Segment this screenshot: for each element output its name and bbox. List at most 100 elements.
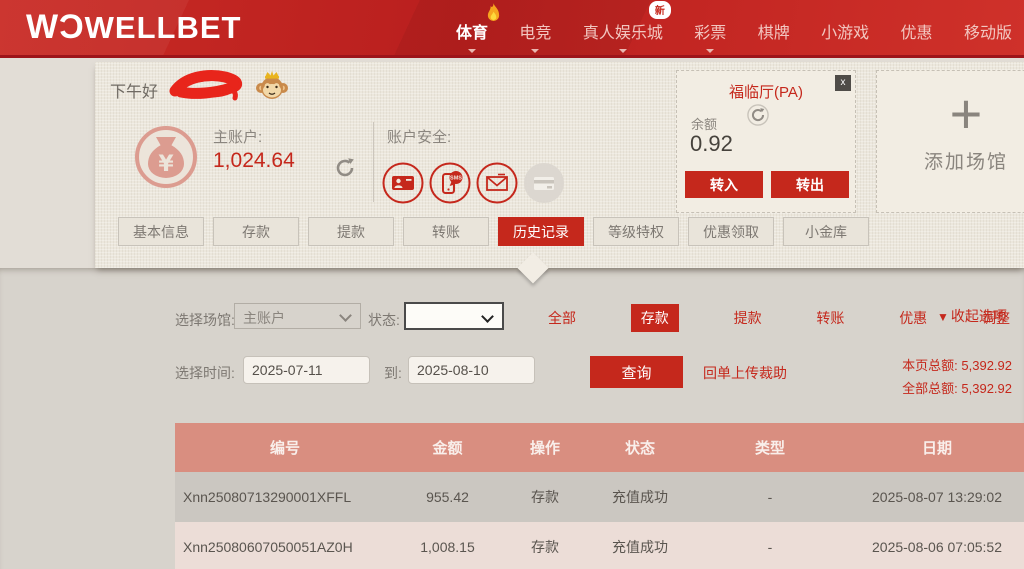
monkey-face-icon bbox=[255, 68, 289, 107]
nav-item-label: 优惠 bbox=[900, 25, 933, 42]
triangle-down-icon: ▼ bbox=[937, 310, 949, 324]
column-header: 状态 bbox=[590, 423, 690, 472]
history-table-header: 编号 金额 操作 状态 类型 日期 bbox=[175, 423, 1024, 472]
tab[interactable]: 等级特权 bbox=[593, 217, 679, 246]
nav-item[interactable]: 移动版 bbox=[964, 19, 1012, 43]
nav-item-label: 体育 bbox=[456, 25, 489, 42]
cell-amount: 1,008.15 bbox=[395, 522, 500, 569]
cell-status: 充值成功 bbox=[590, 522, 690, 569]
column-header: 金额 bbox=[395, 423, 500, 472]
status-select[interactable] bbox=[404, 302, 504, 330]
add-venue-label: 添加场馆 bbox=[923, 152, 1008, 173]
tab-label: 存款 bbox=[242, 223, 270, 240]
tab[interactable]: 优惠领取 bbox=[688, 217, 774, 246]
date-from-input[interactable] bbox=[243, 356, 370, 384]
cell-date: 2025-08-06 07:05:52 bbox=[850, 522, 1024, 569]
chevron-down-icon bbox=[481, 310, 494, 323]
date-to-input[interactable] bbox=[408, 356, 535, 384]
tab[interactable]: 基本信息 bbox=[118, 217, 204, 246]
tab[interactable]: 存款 bbox=[213, 217, 299, 246]
filter-type-link[interactable]: 全部 bbox=[548, 308, 576, 328]
tab-label: 提款 bbox=[337, 223, 365, 240]
account-tabs: 基本信息 存款 提款 转账 历史记录 等级特权 优惠领取 小金库 bbox=[118, 217, 878, 246]
nav-item-label: 彩票 bbox=[694, 25, 727, 42]
tab-label: 优惠领取 bbox=[703, 223, 759, 240]
nav-item[interactable]: 彩票 bbox=[694, 19, 727, 53]
red-scribble-redaction-icon bbox=[167, 67, 251, 108]
add-venue-card[interactable]: + 添加场馆 bbox=[876, 70, 1024, 213]
to-label: 到: bbox=[384, 365, 402, 381]
nav-item[interactable]: 体育 bbox=[456, 3, 500, 53]
transfer-in-button[interactable]: 转入 bbox=[685, 171, 763, 198]
history-table: 编号 金额 操作 状态 类型 日期 Xnn25080713290001XFFL 955.4… bbox=[175, 423, 1024, 569]
chevron-down-icon bbox=[339, 309, 352, 322]
search-button[interactable]: 查询 bbox=[590, 356, 683, 388]
caret-down-icon bbox=[618, 49, 627, 57]
transfer-out-button[interactable]: 转出 bbox=[771, 171, 849, 198]
page-total: 本页总额: 5,392.92 bbox=[902, 358, 1012, 373]
cell-amount: 955.42 bbox=[395, 472, 500, 522]
refresh-balance-icon[interactable] bbox=[333, 156, 357, 185]
cell-operation: 存款 bbox=[500, 472, 590, 522]
table-row: Xnn25080607050051AZ0H 1,008.15 存款 充值成功 -… bbox=[175, 522, 1024, 569]
nav-item-label: 真人娱乐城 bbox=[582, 25, 663, 42]
money-bag-icon: ¥ bbox=[133, 124, 199, 195]
filter-type-link[interactable]: 优惠 bbox=[899, 308, 927, 328]
nav-item-label: 小游戏 bbox=[821, 25, 870, 42]
collapse-options-label: 收起选项 bbox=[950, 308, 1007, 324]
tab-label: 转账 bbox=[432, 223, 460, 240]
tab-label: 小金库 bbox=[805, 223, 847, 240]
tab[interactable]: 历史记录 bbox=[498, 217, 584, 246]
venue-balance-value: 0.92 bbox=[690, 131, 733, 156]
caret-down-icon bbox=[531, 49, 540, 57]
column-header: 操作 bbox=[500, 423, 590, 472]
tab-label: 基本信息 bbox=[133, 223, 189, 240]
caret-down-icon bbox=[706, 49, 715, 57]
svg-text:¥: ¥ bbox=[158, 152, 174, 177]
nav-item[interactable]: 棋牌 bbox=[758, 19, 790, 43]
tab[interactable]: 转账 bbox=[403, 217, 489, 246]
filter-type-link[interactable]: 转账 bbox=[816, 308, 844, 328]
totals: 本页总额: 5,392.92 全部总额: 5,392.92 bbox=[902, 354, 1012, 400]
history-table-body: Xnn25080713290001XFFL 955.42 存款 充值成功 - 2… bbox=[175, 472, 1024, 569]
venue-select-value: 主账户 bbox=[243, 310, 285, 326]
tab[interactable]: 提款 bbox=[308, 217, 394, 246]
svg-text:SMS: SMS bbox=[450, 176, 462, 182]
all-total: 全部总额: 5,392.92 bbox=[902, 381, 1012, 396]
caret-down-icon bbox=[468, 49, 476, 57]
bank-card-icon[interactable] bbox=[523, 162, 565, 209]
nav-menu: 体育 电竞 新 真人娱乐城 彩票 棋牌 小游戏 优惠 移动版 bbox=[436, 0, 1024, 56]
top-nav: WƆWELLBET 体育 电竞 新 真人娱乐城 彩票 棋牌 小游戏 优惠 移动版 bbox=[0, 0, 1024, 58]
cell-type: - bbox=[690, 522, 850, 569]
mail-icon[interactable] bbox=[476, 162, 518, 209]
nav-item-label: 棋牌 bbox=[757, 25, 790, 42]
nav-item[interactable]: 优惠 bbox=[901, 19, 933, 43]
table-row: Xnn25080713290001XFFL 955.42 存款 充值成功 - 2… bbox=[175, 472, 1024, 522]
nav-item[interactable]: 新 真人娱乐城 bbox=[582, 1, 671, 53]
time-range-label: 选择时间: bbox=[175, 365, 235, 381]
nav-item[interactable]: 小游戏 bbox=[821, 19, 869, 43]
cell-id: Xnn25080607050051AZ0H bbox=[175, 522, 395, 569]
wellbet-account-page: WƆWELLBET 体育 电竞 新 真人娱乐城 彩票 棋牌 小游戏 优惠 移动版… bbox=[0, 0, 1024, 569]
filter-type-link[interactable]: 存款 bbox=[630, 304, 679, 332]
venue-card: x 福临厅(PA) 余额 0.92 转入 转出 bbox=[676, 70, 856, 213]
venue-select[interactable]: 主账户 bbox=[234, 303, 361, 329]
column-header: 日期 bbox=[850, 423, 1024, 472]
tab[interactable]: 小金库 bbox=[783, 217, 869, 246]
nav-item[interactable]: 电竞 bbox=[519, 19, 551, 53]
sms-phone-icon[interactable]: SMS bbox=[429, 162, 471, 209]
filter-type-link[interactable]: 提款 bbox=[734, 308, 762, 328]
cell-type: - bbox=[690, 472, 850, 522]
divider bbox=[373, 122, 374, 202]
venue-select-label: 选择场馆: bbox=[175, 312, 235, 328]
refresh-venue-balance-icon[interactable] bbox=[747, 104, 769, 131]
collapse-options-link[interactable]: ▼ 收起选项 bbox=[937, 306, 1007, 326]
history-section: 选择场馆: 主账户 状态: 全部存款提款转账优惠调整 ▼收起选项 选择时间: 到… bbox=[0, 268, 1024, 569]
id-card-icon[interactable] bbox=[382, 162, 424, 209]
wellbet-logo[interactable]: WƆWELLBET bbox=[26, 7, 241, 48]
new-badge: 新 bbox=[648, 1, 671, 19]
plus-icon: + bbox=[949, 82, 983, 145]
column-header: 类型 bbox=[690, 423, 850, 472]
cell-status: 充值成功 bbox=[590, 472, 690, 522]
receipt-upload-link[interactable]: 回单上传裁助 bbox=[703, 363, 787, 383]
